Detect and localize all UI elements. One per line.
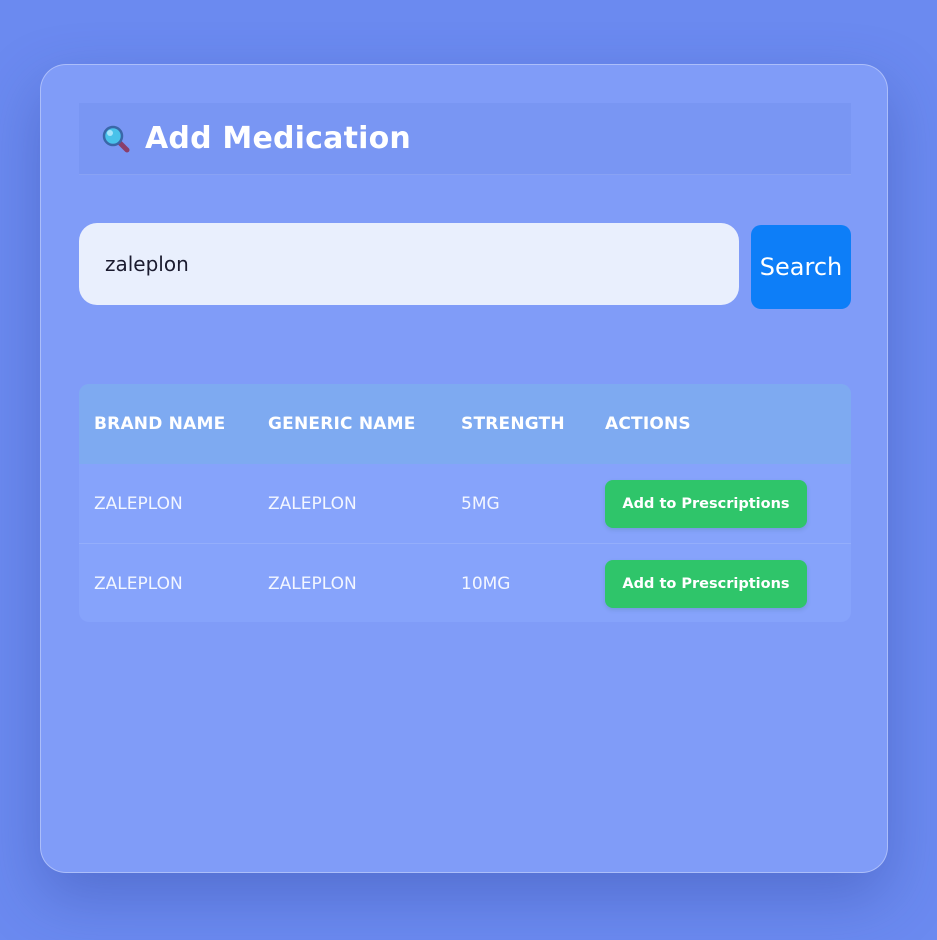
strength-cell: 10MG xyxy=(461,573,511,594)
column-header-generic-name: GENERIC NAME xyxy=(268,414,416,434)
column-header-strength: STRENGTH xyxy=(461,414,565,434)
generic-name-cell: ZALEPLON xyxy=(268,493,357,514)
brand-name-cell: ZALEPLON xyxy=(94,493,183,514)
add-medication-card: Add Medication Search BRAND NAME GENERIC… xyxy=(40,64,888,873)
search-button[interactable]: Search xyxy=(751,225,851,309)
table-row: ZALEPLON ZALEPLON 10MG Add to Prescripti… xyxy=(79,543,851,622)
page-title: Add Medication xyxy=(145,121,411,156)
column-header-brand-name: BRAND NAME xyxy=(94,414,226,434)
actions-cell: Add to Prescriptions xyxy=(605,544,807,622)
card-header: Add Medication xyxy=(79,103,851,175)
brand-name-cell: ZALEPLON xyxy=(94,573,183,594)
actions-cell: Add to Prescriptions xyxy=(605,464,807,543)
strength-cell: 5MG xyxy=(461,493,500,514)
table-row: ZALEPLON ZALEPLON 5MG Add to Prescriptio… xyxy=(79,464,851,543)
search-icon xyxy=(101,124,131,154)
generic-name-cell: ZALEPLON xyxy=(268,573,357,594)
column-header-actions: ACTIONS xyxy=(605,414,691,434)
medication-search-input[interactable] xyxy=(79,223,739,305)
add-to-prescriptions-button[interactable]: Add to Prescriptions xyxy=(605,479,807,528)
add-to-prescriptions-button[interactable]: Add to Prescriptions xyxy=(605,559,807,608)
table-header-row: BRAND NAME GENERIC NAME STRENGTH ACTIONS xyxy=(79,384,851,464)
medication-results-table: BRAND NAME GENERIC NAME STRENGTH ACTIONS… xyxy=(79,384,851,622)
